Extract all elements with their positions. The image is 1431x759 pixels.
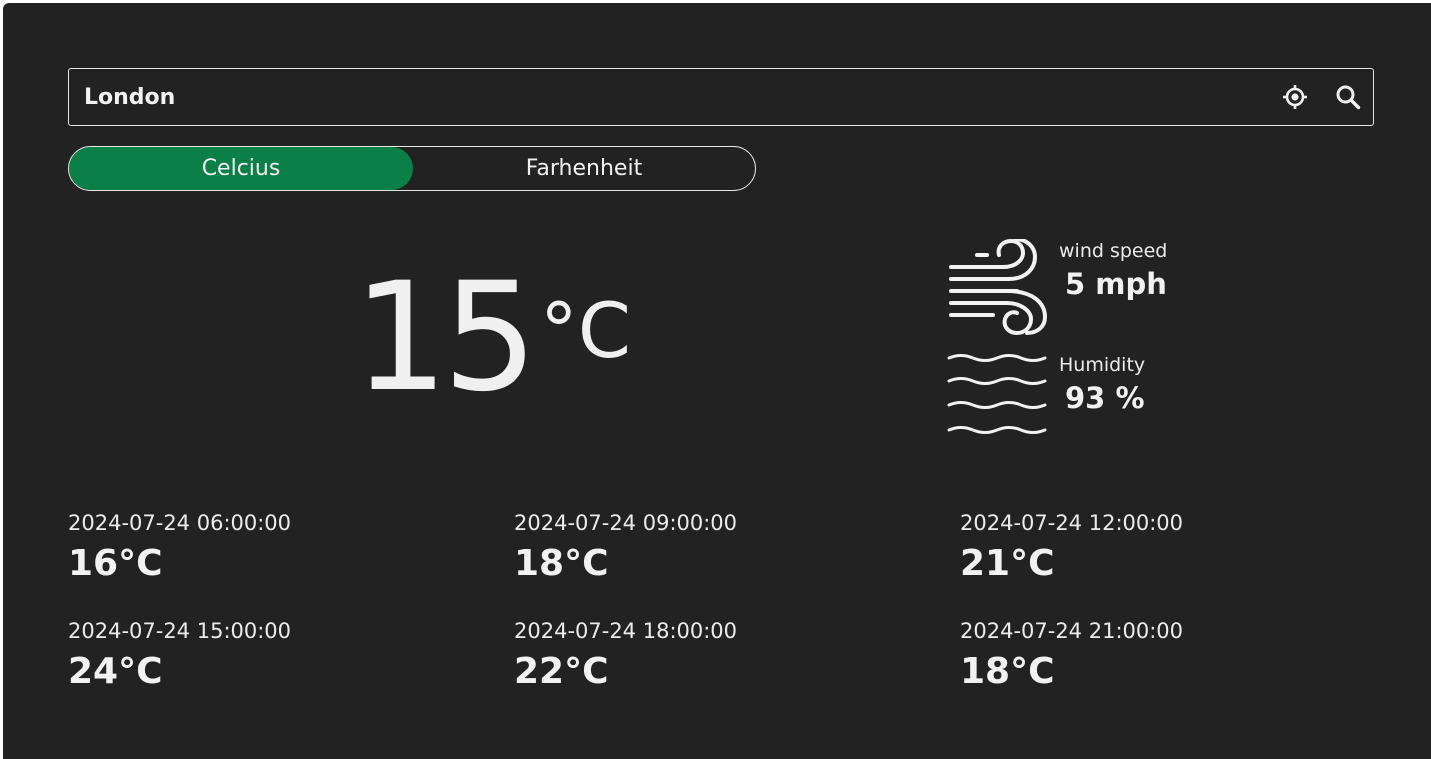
forecast-item: 2024-07-24 06:00:00 16°C	[68, 511, 488, 591]
humidity-label: Humidity	[1059, 354, 1146, 376]
current-temperature-unit: °C	[539, 286, 631, 375]
forecast-temperature: 24°C	[68, 651, 163, 692]
forecast-time: 2024-07-24 15:00:00	[68, 619, 292, 643]
forecast-time: 2024-07-24 21:00:00	[960, 619, 1184, 643]
humidity-waves-icon	[947, 353, 1047, 437]
forecast-item: 2024-07-24 18:00:00 22°C	[514, 619, 934, 699]
forecast-item: 2024-07-24 21:00:00 18°C	[960, 619, 1380, 699]
celsius-toggle-button[interactable]: Celcius	[69, 147, 413, 190]
search-input[interactable]	[84, 69, 1264, 125]
forecast-temperature: 21°C	[960, 543, 1055, 584]
forecast-time: 2024-07-24 09:00:00	[514, 511, 738, 535]
crosshair-location-icon[interactable]	[1281, 83, 1309, 111]
forecast-time: 2024-07-24 18:00:00	[514, 619, 738, 643]
forecast-temperature: 22°C	[514, 651, 609, 692]
wind-speed-label: wind speed	[1059, 240, 1168, 262]
forecast-item: 2024-07-24 12:00:00 21°C	[960, 511, 1380, 591]
search-bar	[68, 68, 1374, 126]
unit-toggle: Celcius Farhenheit	[68, 146, 756, 191]
wind-icon	[947, 237, 1048, 336]
forecast-time: 2024-07-24 06:00:00	[68, 511, 292, 535]
forecast-item: 2024-07-24 09:00:00 18°C	[514, 511, 934, 591]
forecast-temperature: 18°C	[514, 543, 609, 584]
forecast-temperature: 18°C	[960, 651, 1055, 692]
weather-app: Celcius Farhenheit 15°C wind speed 5 mph…	[3, 3, 1431, 759]
forecast-temperature: 16°C	[68, 543, 163, 584]
wind-speed-value: 5 mph	[1065, 267, 1167, 301]
search-icon[interactable]	[1334, 83, 1362, 111]
fahrenheit-toggle-button[interactable]: Farhenheit	[413, 147, 755, 190]
forecast-item: 2024-07-24 15:00:00 24°C	[68, 619, 488, 699]
current-temperature: 15 °C	[353, 263, 631, 413]
humidity-value: 93 %	[1065, 381, 1145, 415]
current-temperature-value: 15	[353, 251, 538, 425]
forecast-time: 2024-07-24 12:00:00	[960, 511, 1184, 535]
